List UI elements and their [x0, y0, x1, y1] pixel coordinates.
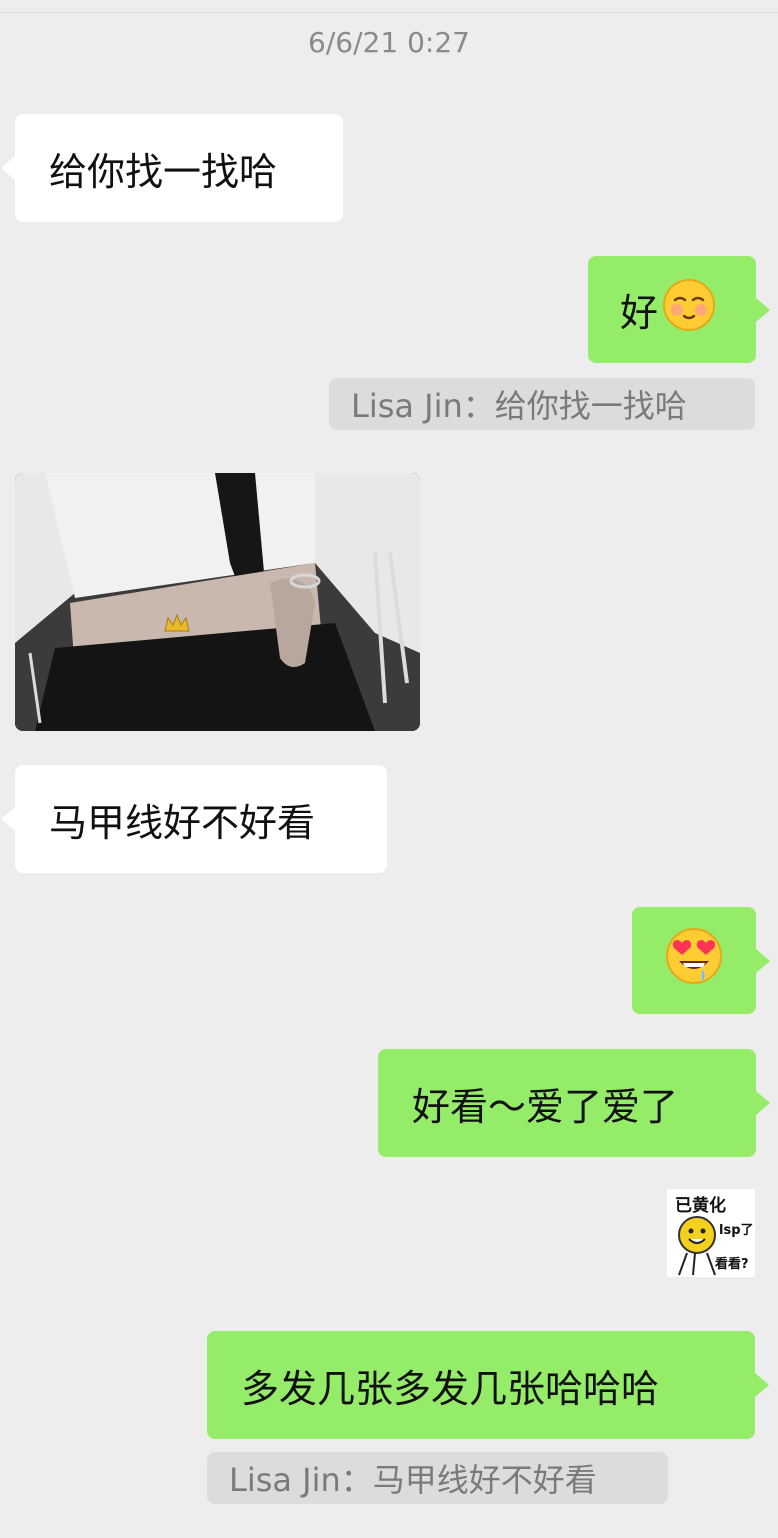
quoted-reply[interactable]: Lisa Jin：马甲线好不好看 [207, 1452, 668, 1504]
message-text: 好看～爱了爱了 [412, 1084, 679, 1129]
message-text: 马甲线好不好看 [49, 800, 316, 845]
message-text: 给你找一找哈 [49, 149, 278, 194]
quoted-reply-text: Lisa Jin：给你找一找哈 [351, 387, 687, 425]
incoming-message-bubble[interactable]: 给你找一找哈 [1, 114, 343, 222]
outgoing-message-bubble[interactable]: 好看～爱了爱了 [378, 1049, 770, 1157]
outgoing-message-bubble[interactable]: 好 [588, 256, 770, 363]
quoted-reply[interactable]: Lisa Jin：给你找一找哈 [329, 378, 755, 430]
quoted-reply-text: Lisa Jin：马甲线好不好看 [229, 1461, 597, 1499]
sticker-face-icon [678, 1216, 716, 1276]
photo-image [15, 473, 420, 731]
incoming-message-bubble[interactable]: 马甲线好不好看 [1, 765, 387, 873]
outgoing-message-bubble[interactable] [632, 907, 770, 1014]
message-text: 多发几张多发几张哈哈哈 [241, 1366, 660, 1411]
sticker-image[interactable]: 已黄化 lsp了 看看? [667, 1189, 755, 1277]
smiling-face-with-blush-icon [662, 278, 716, 341]
top-divider [0, 12, 778, 13]
outgoing-message-bubble[interactable]: 多发几张多发几张哈哈哈 [207, 1331, 769, 1439]
message-timestamp: 6/6/21 0:27 [308, 26, 470, 59]
message-text: 好 [620, 291, 659, 335]
incoming-photo[interactable] [15, 473, 420, 731]
heart-eyes-drool-icon [665, 927, 723, 994]
